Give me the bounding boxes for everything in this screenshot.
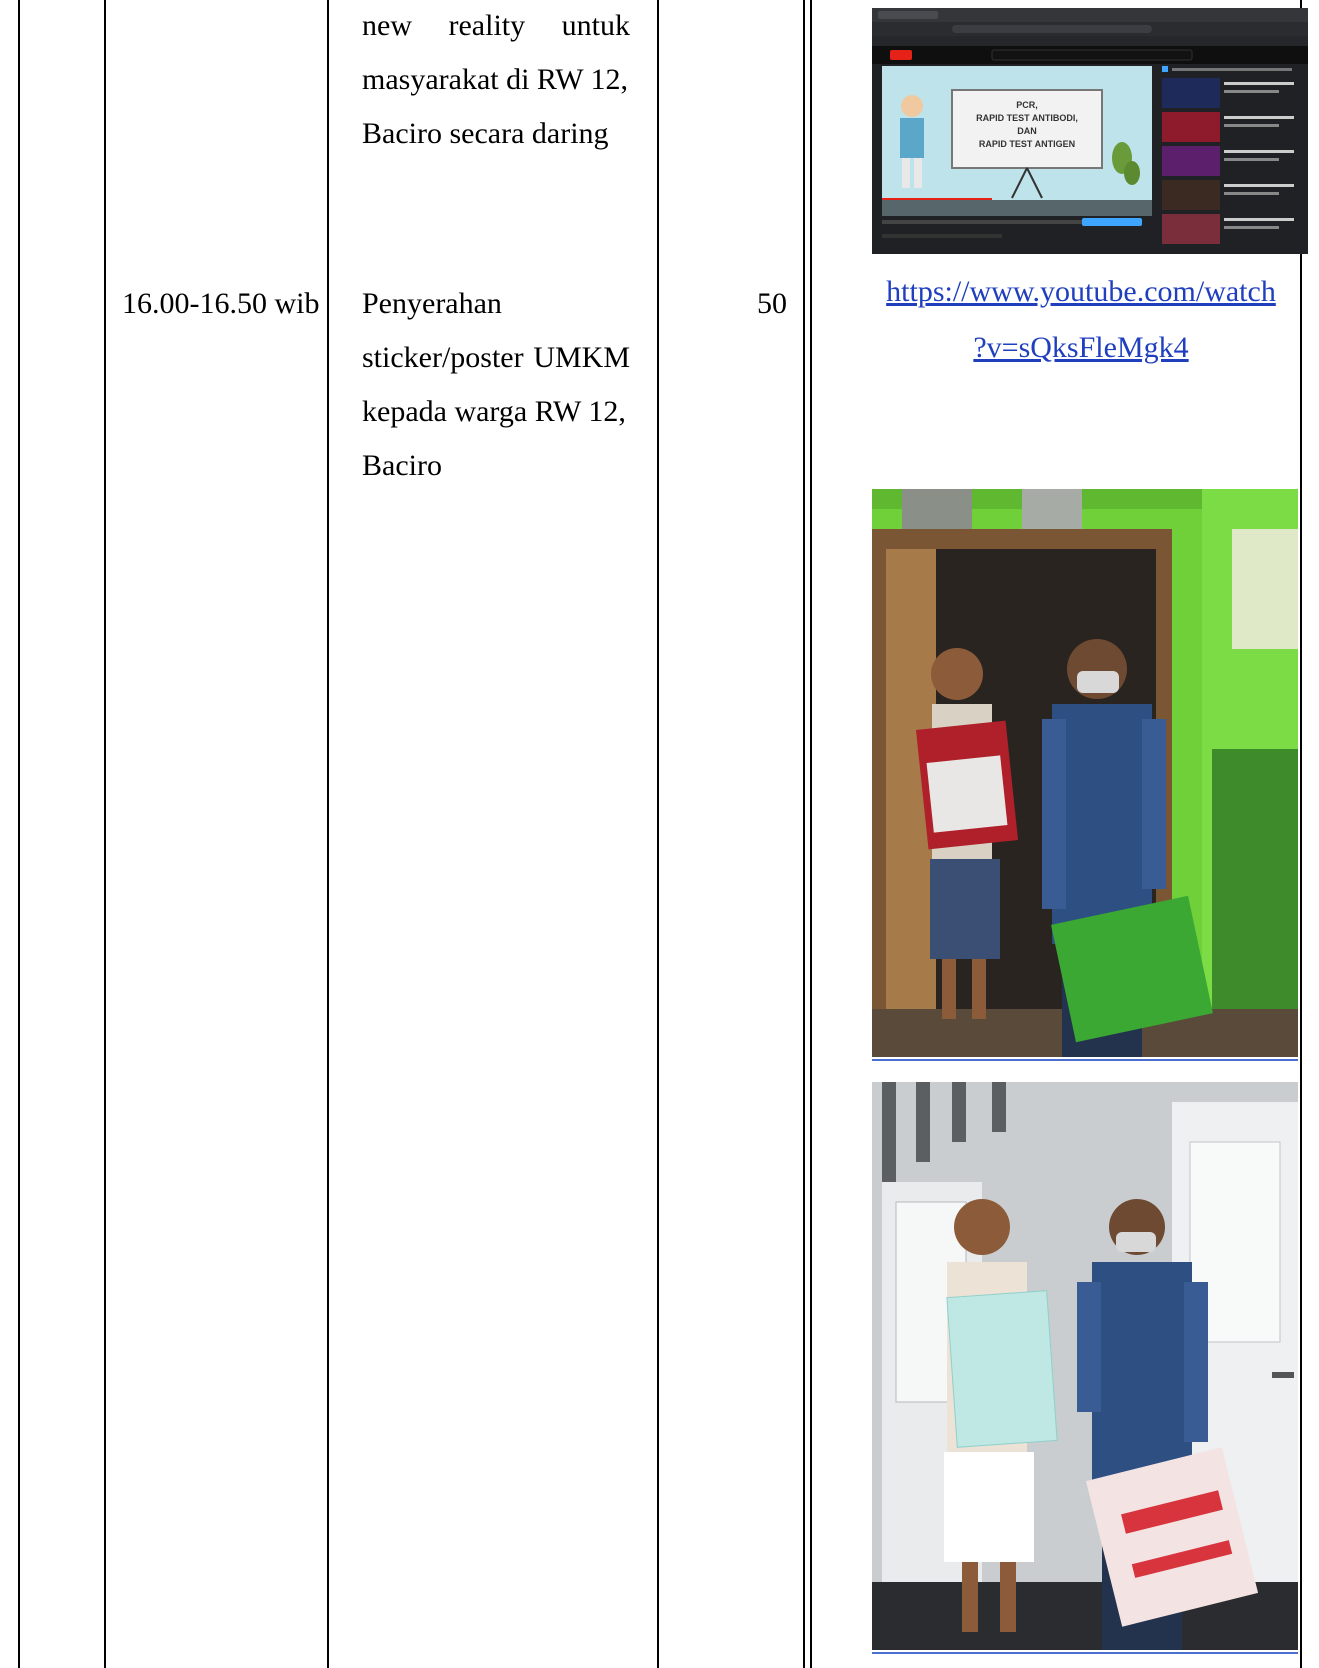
activity-line: Penyerahan [362, 287, 502, 320]
table-border-col1 [104, 0, 106, 1668]
photo-poster-handover-2 [872, 1082, 1298, 1650]
table-border-col4 [803, 0, 805, 1668]
participants-cell: 50 [757, 287, 787, 320]
slide-line: RAPID TEST ANTIGEN [979, 139, 1075, 149]
table-border-col3 [657, 0, 659, 1668]
slide-line: RAPID TEST ANTIBODI, [976, 113, 1078, 123]
video-link-line[interactable]: ?v=sQksFleMgk4 [862, 320, 1300, 376]
video-screenshot: PCR, RAPID TEST ANTIBODI, DAN RAPID TEST… [872, 8, 1308, 254]
activity-line: kepada warga RW 12, [362, 395, 626, 428]
slide-line: PCR, [1016, 100, 1038, 110]
prev-activity-line: Baciro secara daring [362, 117, 609, 150]
time-cell: 16.00-16.50 wib [122, 287, 320, 320]
prev-activity-line: new reality untuk [362, 9, 630, 42]
activity-line: Baciro [362, 449, 442, 482]
photo-1-image [872, 489, 1298, 1057]
video-link[interactable]: https://www.youtube.com/watch ?v=sQksFle… [862, 264, 1300, 376]
table-border-col4b [810, 0, 812, 1668]
video-link-line[interactable]: https://www.youtube.com/watch [862, 264, 1300, 320]
slide-line: DAN [1017, 126, 1037, 136]
activity-line: sticker/poster UMKM [362, 341, 630, 374]
prev-activity-line: masyarakat di RW 12, [362, 63, 629, 96]
table-border-col2 [327, 0, 329, 1668]
photo-1-underline [872, 1059, 1298, 1061]
photo-2-image [872, 1082, 1298, 1650]
table-border-left [18, 0, 20, 1668]
video-screenshot-image: PCR, RAPID TEST ANTIBODI, DAN RAPID TEST… [872, 8, 1308, 254]
documentation-table: new reality untuk masyarakat di RW 12, B… [0, 0, 1319, 1668]
prev-activity-text: new reality untuk masyarakat di RW 12, B… [362, 2, 630, 158]
photo-2-underline [872, 1652, 1298, 1654]
photo-poster-handover-1 [872, 489, 1298, 1057]
activity-cell: Penyerahan sticker/poster UMKM kepada wa… [362, 280, 630, 490]
